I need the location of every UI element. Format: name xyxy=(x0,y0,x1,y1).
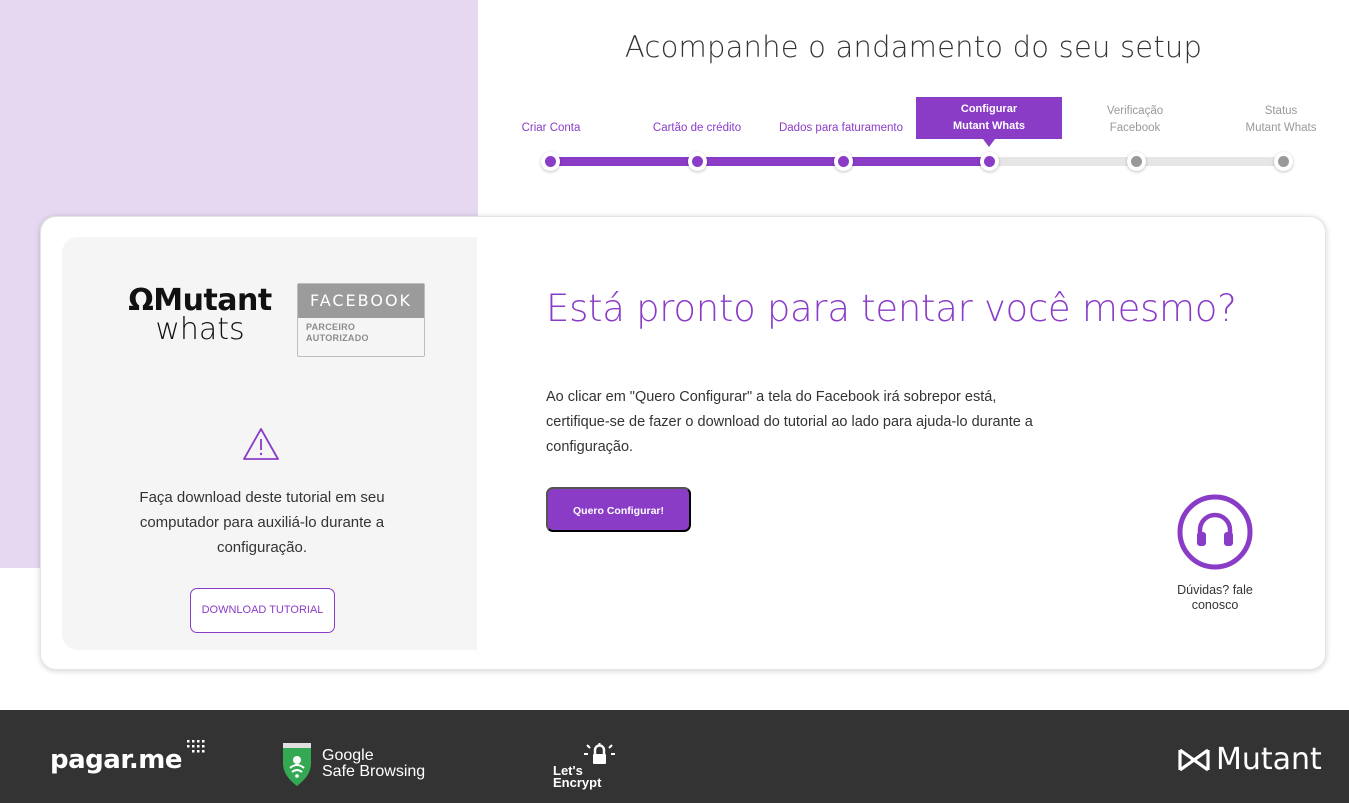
step-dot-3 xyxy=(834,152,853,171)
google-safe-browsing-shield-icon xyxy=(283,743,311,786)
step-dot-4 xyxy=(980,152,999,171)
setup-progress-title: Acompanhe o andamento do seu setup xyxy=(624,30,1203,64)
footer: pagar.me Google Safe Browsing Let's Encr… xyxy=(0,710,1349,803)
mutant-logo-icon xyxy=(1178,748,1210,772)
step-status-mutant-whats: Status Mutant Whats xyxy=(1245,105,1317,134)
mutant-footer-logo: Mutant xyxy=(1178,742,1322,777)
step-cartao-credito: Cartão de crédito xyxy=(652,122,742,134)
facebook-partner-badge: FACEBOOK PARCEIRO AUTORIZADO xyxy=(297,283,425,357)
google-safe-browsing-text: Google Safe Browsing xyxy=(322,747,426,780)
page: Acompanhe o andamento do seu setup Criar… xyxy=(0,0,1349,803)
pagarme-dots-icon xyxy=(187,740,205,753)
step-criar-conta: Criar Conta xyxy=(521,122,581,134)
help-contact[interactable]: Dúvidas? fale conosco xyxy=(1153,492,1277,613)
lets-encrypt-text: Let's Encrypt xyxy=(553,763,602,790)
download-instructions: Faça download deste tutorial em seu comp… xyxy=(139,489,385,556)
mutant-whats-logo: ΩMutant whats xyxy=(128,283,272,347)
step-dot-5 xyxy=(1127,152,1146,171)
ready-description: Ao clicar em "Quero Configurar" a tela d… xyxy=(546,389,1033,455)
setup-stepper: Criar Conta Cartão de crédito Dados para… xyxy=(478,96,1349,186)
headset-icon xyxy=(1177,494,1253,570)
setup-card: ΩMutant whats FACEBOOK PARCEIRO AUTORIZA… xyxy=(40,216,1326,670)
step-dados-faturamento: Dados para faturamento xyxy=(778,122,904,134)
ready-title: Está pronto para tentar você mesmo? xyxy=(546,287,1237,330)
step-dot-1 xyxy=(541,152,560,171)
step-dot-2 xyxy=(688,152,707,171)
progress-track-filled xyxy=(550,157,990,166)
pagarme-logo: pagar.me xyxy=(50,745,183,775)
step-dot-6 xyxy=(1274,152,1293,171)
download-tutorial-button[interactable]: DOWNLOAD TUTORIAL xyxy=(190,588,335,633)
tutorial-panel: ΩMutant whats FACEBOOK PARCEIRO AUTORIZA… xyxy=(62,237,477,650)
step-verificacao-facebook: Verificação Facebook xyxy=(1106,105,1164,134)
help-text: Dúvidas? fale conosco xyxy=(1177,583,1253,612)
step-configurar-mutant-whats: Configurar Mutant Whats xyxy=(916,97,1062,147)
warning-triangle-icon xyxy=(243,428,279,460)
quero-configurar-button[interactable]: Quero Configurar! xyxy=(546,487,691,532)
